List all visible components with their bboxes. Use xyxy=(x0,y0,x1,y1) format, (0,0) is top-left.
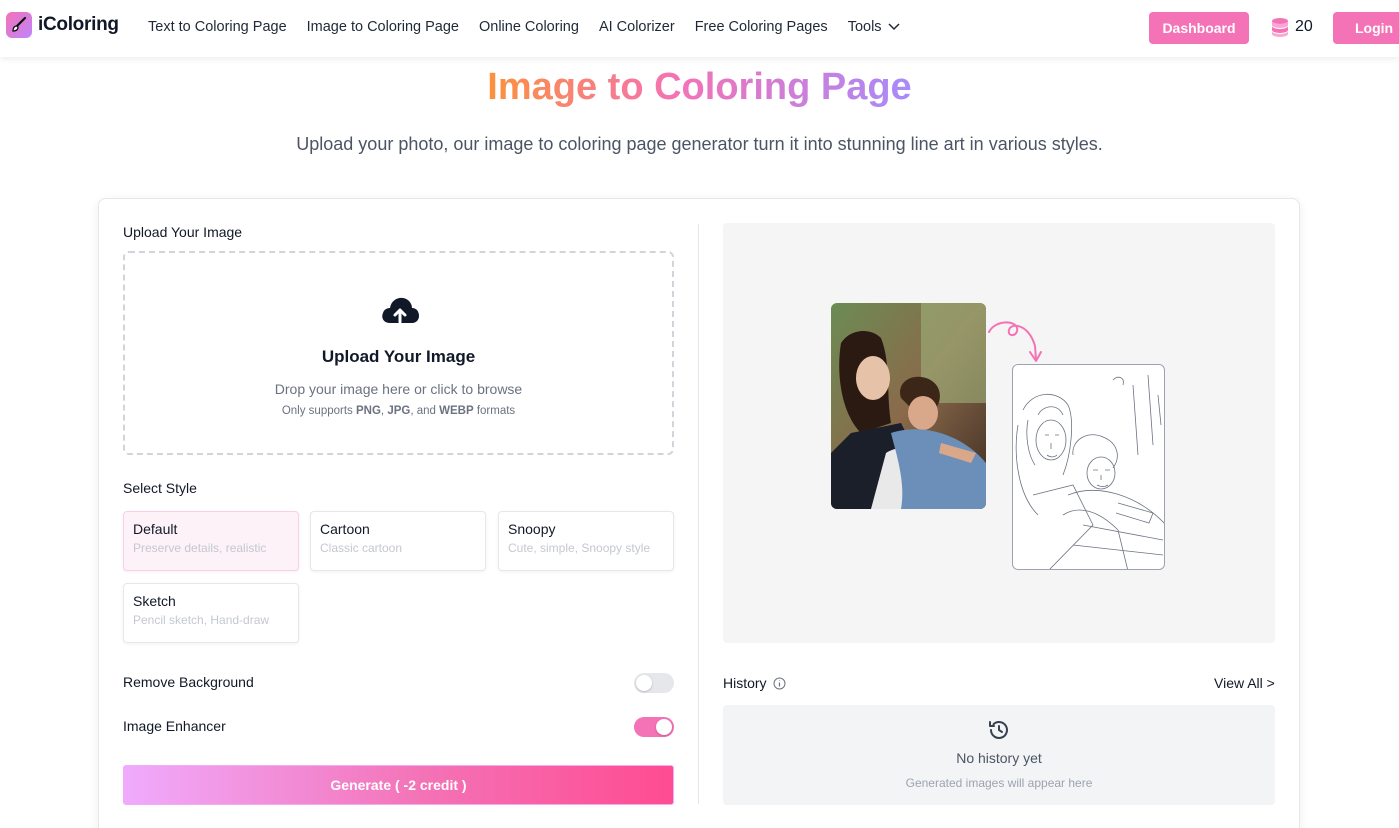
style-desc: Preserve details, realistic xyxy=(133,541,267,555)
upload-title: Upload Your Image xyxy=(321,347,476,366)
style-name: Cartoon xyxy=(320,521,370,537)
preview-panel xyxy=(723,223,1275,643)
formats-prefix: Only supports xyxy=(281,405,353,417)
toggle-knob xyxy=(636,675,652,691)
history-empty-title: No history yet xyxy=(956,750,1042,766)
view-all-link[interactable]: View All > xyxy=(1214,675,1275,691)
style-desc: Pencil sketch, Hand-draw xyxy=(133,613,270,627)
page-subtitle: Upload your photo, our image to coloring… xyxy=(296,134,1103,154)
page-title: Image to Coloring Page xyxy=(0,66,1399,109)
style-option-snoopy[interactable]: Snoopy Cute, simple, Snoopy style xyxy=(498,511,674,571)
history-clock-icon xyxy=(989,721,1008,739)
style-option-cartoon[interactable]: Cartoon Classic cartoon xyxy=(310,511,486,571)
format-png: PNG xyxy=(356,405,381,417)
example-lineart xyxy=(1012,364,1165,570)
history-header: History xyxy=(723,675,786,691)
credits-count: 20 xyxy=(1295,18,1313,35)
chevron-down-icon xyxy=(888,23,900,31)
style-desc: Classic cartoon xyxy=(320,541,403,555)
example-photo xyxy=(831,303,986,509)
style-desc: Cute, simple, Snoopy style xyxy=(508,541,651,555)
history-empty-subtitle: Generated images will appear here xyxy=(905,776,1093,790)
upload-dropzone[interactable]: Upload Your Image Drop your image here o… xyxy=(123,251,674,455)
upload-hint: Drop your image here or click to browse xyxy=(274,381,523,397)
column-divider xyxy=(698,224,699,804)
formats-suffix: formats xyxy=(476,405,516,417)
page-title-text: Image to Coloring Page xyxy=(487,66,912,108)
style-name: Sketch xyxy=(133,593,176,609)
formats-and: and xyxy=(416,405,436,417)
cloud-upload-icon xyxy=(382,297,419,324)
credits-display[interactable]: 20 xyxy=(1271,17,1313,37)
style-section-label: Select Style xyxy=(123,480,197,496)
style-option-default[interactable]: Default Preserve details, realistic xyxy=(123,511,299,571)
nav-online-coloring[interactable]: Online Coloring xyxy=(479,19,579,35)
image-enhancer-label: Image Enhancer xyxy=(123,718,226,734)
nav-text-to-coloring[interactable]: Text to Coloring Page xyxy=(148,19,287,35)
generate-button[interactable]: Generate ( -2 credit ) xyxy=(123,765,674,805)
nav-image-to-coloring[interactable]: Image to Coloring Page xyxy=(307,19,459,35)
brush-icon xyxy=(6,12,32,38)
image-enhancer-toggle[interactable] xyxy=(634,717,674,737)
remove-background-toggle[interactable] xyxy=(634,673,674,693)
style-name: Default xyxy=(133,521,178,537)
dashboard-button[interactable]: Dashboard xyxy=(1149,12,1249,44)
nav-tools-label: Tools xyxy=(847,19,882,35)
login-button[interactable]: Login xyxy=(1333,12,1399,44)
nav-free-coloring-pages[interactable]: Free Coloring Pages xyxy=(695,19,828,35)
logo-text: iColoring xyxy=(38,14,119,35)
coins-stack-icon xyxy=(1272,18,1288,37)
top-nav-bar: iColoring Text to Coloring Page Image to… xyxy=(0,0,1399,57)
style-option-sketch[interactable]: Sketch Pencil sketch, Hand-draw xyxy=(123,583,299,643)
style-name: Snoopy xyxy=(508,521,556,537)
format-jpg: JPG xyxy=(387,405,411,417)
info-icon[interactable] xyxy=(773,677,786,690)
transform-arrow-icon xyxy=(988,321,1042,362)
main-nav: Text to Coloring Page Image to Coloring … xyxy=(148,19,900,35)
format-webp: WEBP xyxy=(439,405,474,417)
toggle-knob xyxy=(656,719,672,735)
history-empty-panel: No history yet Generated images will app… xyxy=(723,705,1275,805)
nav-tools[interactable]: Tools xyxy=(848,19,900,35)
remove-background-label: Remove Background xyxy=(123,674,254,690)
logo[interactable]: iColoring xyxy=(6,12,119,38)
upload-section-label: Upload Your Image xyxy=(123,224,243,240)
nav-ai-colorizer[interactable]: AI Colorizer xyxy=(599,19,675,35)
upload-formats: Only supports PNG, JPG, and WEBP formats xyxy=(281,405,516,417)
history-label: History xyxy=(723,675,767,691)
